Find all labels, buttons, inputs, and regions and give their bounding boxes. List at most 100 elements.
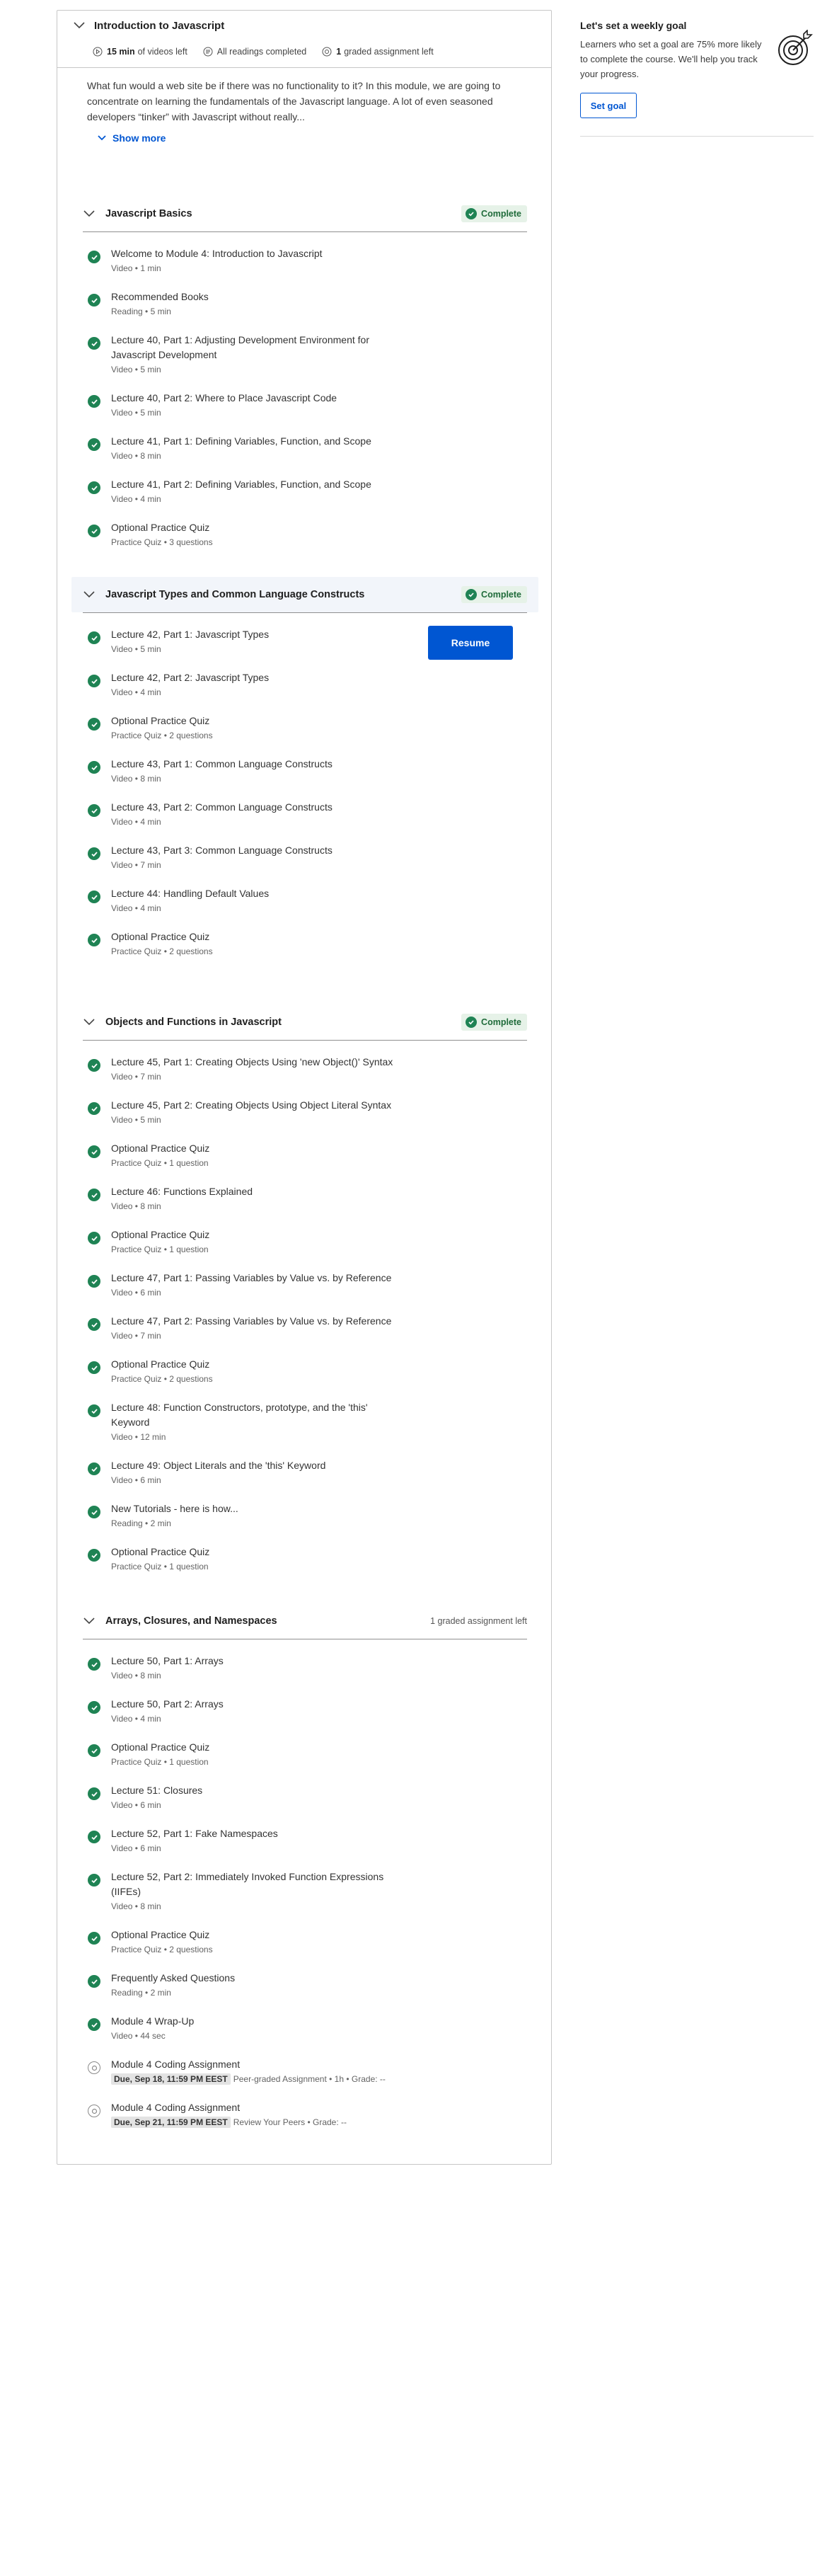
item-title[interactable]: Lecture 43, Part 1: Common Language Cons… [111, 757, 408, 772]
list-item[interactable]: Lecture 50, Part 2: Arrays Video • 4 min [57, 1697, 408, 1725]
chevron-down-icon[interactable] [80, 1612, 98, 1630]
list-item[interactable]: Lecture 51: Closures Video • 6 min [57, 1783, 408, 1811]
pending-status-icon [88, 2105, 100, 2117]
chevron-down-icon[interactable] [70, 16, 88, 35]
list-item[interactable]: Module 4 Coding Assignment Due, Sep 18, 1… [57, 2057, 408, 2085]
item-title[interactable]: Optional Practice Quiz [111, 1141, 408, 1156]
list-item[interactable]: Lecture 42, Part 2: Javascript Types Vide… [57, 670, 408, 699]
item-title[interactable]: Optional Practice Quiz [111, 929, 408, 944]
list-item[interactable]: Optional Practice Quiz Practice Quiz • 1 … [57, 1545, 408, 1573]
list-item[interactable]: Lecture 46: Functions Explained Video • 8… [57, 1184, 408, 1213]
item-title[interactable]: Lecture 42, Part 1: Javascript Types [111, 627, 408, 642]
item-title[interactable]: Lecture 52, Part 2: Immediately Invoked … [111, 1870, 408, 1899]
item-title[interactable]: Recommended Books [111, 290, 408, 304]
list-item[interactable]: Optional Practice Quiz Practice Quiz • 1 … [57, 1141, 408, 1169]
lesson-header[interactable]: Javascript Types and Common Language Con… [71, 577, 538, 612]
list-item[interactable]: Lecture 40, Part 1: Adjusting Developmen… [57, 333, 408, 376]
item-title[interactable]: Module 4 Wrap-Up [111, 2014, 408, 2029]
list-item[interactable]: New Tutorials - here is how... Reading • … [57, 1501, 408, 1530]
item-title[interactable]: Optional Practice Quiz [111, 520, 408, 535]
item-title[interactable]: Optional Practice Quiz [111, 1740, 408, 1755]
item-title[interactable]: Module 4 Coding Assignment [111, 2057, 408, 2072]
item-title[interactable]: Optional Practice Quiz [111, 1545, 408, 1559]
item-title[interactable]: Lecture 40, Part 2: Where to Place Javas… [111, 391, 408, 406]
item-meta: Reading • 5 min [111, 307, 171, 316]
list-item[interactable]: Lecture 52, Part 2: Immediately Invoked … [57, 1870, 408, 1913]
lesson-javascript-basics: Javascript Basics Complete Welcome to Mo… [57, 196, 553, 547]
item-title[interactable]: Lecture 47, Part 1: Passing Variables by… [111, 1271, 408, 1286]
chevron-down-icon[interactable] [80, 585, 98, 604]
item-title[interactable]: Optional Practice Quiz [111, 1357, 408, 1372]
list-item[interactable]: Optional Practice Quiz Practice Quiz • 2 … [57, 714, 408, 742]
list-item[interactable]: Lecture 43, Part 1: Common Language Cons… [57, 757, 408, 785]
item-title[interactable]: Optional Practice Quiz [111, 714, 408, 728]
list-item[interactable]: Lecture 45, Part 1: Creating Objects Usi… [57, 1055, 408, 1083]
item-title[interactable]: Lecture 45, Part 2: Creating Objects Usi… [111, 1098, 408, 1113]
lesson-header[interactable]: Arrays, Closures, and Namespaces 1 grade… [57, 1603, 553, 1639]
list-item[interactable]: Lecture 44: Handling Default Values Video… [57, 886, 408, 915]
list-item[interactable]: Optional Practice Quiz Practice Quiz • 2 … [57, 929, 408, 958]
list-item[interactable]: Lecture 50, Part 1: Arrays Video • 8 min [57, 1654, 408, 1682]
item-meta: Video • 8 min [111, 1201, 161, 1211]
list-item[interactable]: Lecture 45, Part 2: Creating Objects Usi… [57, 1098, 408, 1126]
completed-check-icon [88, 1506, 100, 1518]
list-item[interactable]: Frequently Asked Questions Reading • 2 mi… [57, 1971, 408, 1999]
lesson-header[interactable]: Objects and Functions in Javascript Comp… [57, 1004, 553, 1040]
item-title[interactable]: Lecture 41, Part 2: Defining Variables, … [111, 477, 408, 492]
list-item[interactable]: Optional Practice Quiz Practice Quiz • 2 … [57, 1928, 408, 1956]
module-header[interactable]: Introduction to Javascript [57, 11, 551, 40]
list-item[interactable]: Welcome to Module 4: Introduction to Jav… [57, 246, 408, 275]
item-title[interactable]: Lecture 47, Part 2: Passing Variables by… [111, 1314, 408, 1329]
list-item[interactable]: Lecture 52, Part 1: Fake Namespaces Video… [57, 1826, 408, 1855]
list-item[interactable]: Module 4 Wrap-Up Video • 44 sec [57, 2014, 408, 2042]
item-title[interactable]: Lecture 49: Object Literals and the 'thi… [111, 1458, 408, 1473]
item-title[interactable]: Lecture 45, Part 1: Creating Objects Usi… [111, 1055, 408, 1070]
resume-button[interactable]: Resume [428, 626, 513, 660]
chevron-down-icon[interactable] [80, 205, 98, 223]
list-item[interactable]: Recommended Books Reading • 5 min [57, 290, 408, 318]
lesson-header[interactable]: Javascript Basics Complete [57, 196, 553, 231]
item-title[interactable]: Lecture 50, Part 2: Arrays [111, 1697, 408, 1712]
item-title[interactable]: Optional Practice Quiz [111, 1227, 408, 1242]
item-title[interactable]: Module 4 Coding Assignment [111, 2100, 408, 2115]
item-title[interactable]: New Tutorials - here is how... [111, 1501, 408, 1516]
list-item[interactable]: Optional Practice Quiz Practice Quiz • 1 … [57, 1740, 408, 1768]
item-title[interactable]: Optional Practice Quiz [111, 1928, 408, 1942]
list-item[interactable]: Optional Practice Quiz Practice Quiz • 2 … [57, 1357, 408, 1385]
item-meta: Practice Quiz • 3 questions [111, 537, 213, 547]
show-more-button[interactable]: Show more [96, 132, 551, 144]
lesson-title: Objects and Functions in Javascript [105, 1017, 282, 1028]
set-goal-button[interactable]: Set goal [580, 93, 637, 118]
list-item[interactable]: Optional Practice Quiz Practice Quiz • 3 … [57, 520, 408, 549]
item-title[interactable]: Lecture 51: Closures [111, 1783, 408, 1798]
item-title[interactable]: Lecture 43, Part 2: Common Language Cons… [111, 800, 408, 815]
list-item[interactable]: Lecture 41, Part 1: Defining Variables, … [57, 434, 408, 462]
list-item[interactable]: Optional Practice Quiz Practice Quiz • 1 … [57, 1227, 408, 1256]
list-item[interactable]: Lecture 47, Part 1: Passing Variables by… [57, 1271, 408, 1299]
list-item[interactable]: Lecture 40, Part 2: Where to Place Javas… [57, 391, 408, 419]
item-title[interactable]: Lecture 48: Function Constructors, proto… [111, 1400, 408, 1430]
completed-check-icon [88, 675, 100, 687]
item-title[interactable]: Lecture 40, Part 1: Adjusting Developmen… [111, 333, 408, 362]
list-item[interactable]: Lecture 48: Function Constructors, proto… [57, 1400, 408, 1443]
item-title[interactable]: Lecture 46: Functions Explained [111, 1184, 408, 1199]
list-item[interactable]: Lecture 47, Part 2: Passing Variables by… [57, 1314, 408, 1342]
item-title[interactable]: Lecture 41, Part 1: Defining Variables, … [111, 434, 408, 449]
list-item[interactable]: Lecture 43, Part 3: Common Language Cons… [57, 843, 408, 871]
list-item[interactable]: Lecture 42, Part 1: Javascript Types Vide… [57, 627, 408, 656]
graded-suffix: graded assignment left [344, 47, 434, 57]
item-title[interactable]: Lecture 52, Part 1: Fake Namespaces [111, 1826, 408, 1841]
list-item[interactable]: Lecture 43, Part 2: Common Language Cons… [57, 800, 408, 828]
list-item[interactable]: Lecture 41, Part 2: Defining Variables, … [57, 477, 408, 505]
item-title[interactable]: Lecture 43, Part 3: Common Language Cons… [111, 843, 408, 858]
due-date-badge: Due, Sep 18, 11:59 PM EEST [111, 2073, 231, 2085]
item-title[interactable]: Lecture 44: Handling Default Values [111, 886, 408, 901]
chevron-down-icon[interactable] [80, 1013, 98, 1031]
list-item[interactable]: Module 4 Coding Assignment Due, Sep 21, 1… [57, 2100, 408, 2129]
item-meta: Practice Quiz • 2 questions [111, 946, 213, 956]
item-title[interactable]: Lecture 50, Part 1: Arrays [111, 1654, 408, 1668]
item-title[interactable]: Frequently Asked Questions [111, 1971, 408, 1986]
item-title[interactable]: Welcome to Module 4: Introduction to Jav… [111, 246, 408, 261]
list-item[interactable]: Lecture 49: Object Literals and the 'thi… [57, 1458, 408, 1487]
item-title[interactable]: Lecture 42, Part 2: Javascript Types [111, 670, 408, 685]
